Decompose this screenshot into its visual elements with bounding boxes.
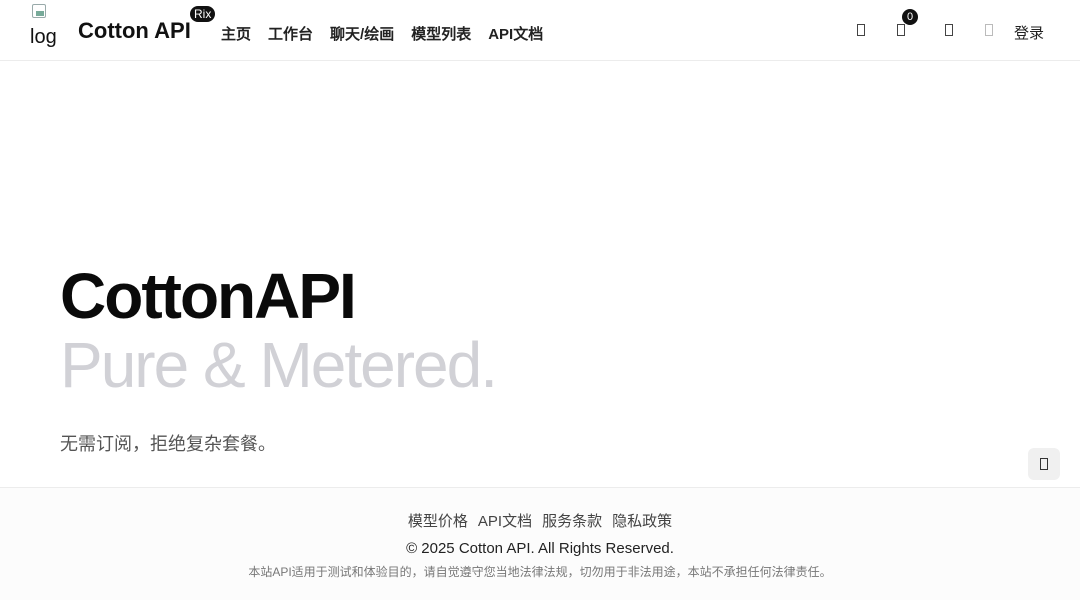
footer-link-api-docs[interactable]: API文档 (478, 510, 532, 531)
footer-link-pricing[interactable]: 模型价格 (408, 510, 468, 531)
hero-title: CottonAPI (60, 260, 357, 332)
footer-link-terms[interactable]: 服务条款 (542, 510, 602, 531)
logo-image[interactable]: log (30, 4, 66, 52)
footer-links: 模型价格 API文档 服务条款 隐私政策 (0, 510, 1080, 531)
user-icon (981, 21, 997, 39)
arrow-up-icon (1040, 458, 1048, 470)
main-nav: 主页 工作台 聊天/绘画 模型列表 API文档 (221, 23, 543, 44)
theme-icon[interactable] (853, 21, 869, 39)
copyright-text: © 2025 Cotton API. All Rights Reserved. (406, 540, 674, 557)
disclaimer-text: 本站API适用于测试和体验目的，请自觉遵守您当地法律法规，切勿用于非法用途，本站… (248, 565, 832, 579)
nav-item-api-docs[interactable]: API文档 (488, 23, 543, 44)
language-icon[interactable] (941, 21, 957, 39)
notification-count-badge: 0 (902, 9, 918, 25)
back-to-top-button[interactable] (1028, 448, 1060, 480)
logo-alt-text: log (30, 26, 57, 48)
broken-image-icon (32, 4, 46, 18)
login-button[interactable]: 登录 (1014, 22, 1044, 43)
nav-item-model-list[interactable]: 模型列表 (411, 23, 471, 44)
hero-subtitle: Pure & Metered. (60, 329, 498, 401)
top-header: log Cotton API Rix 主页 工作台 聊天/绘画 模型列表 API… (0, 0, 1080, 61)
brand-name[interactable]: Cotton API (78, 18, 191, 44)
nav-item-workbench[interactable]: 工作台 (268, 23, 313, 44)
brand-badge: Rix (190, 6, 216, 22)
nav-item-chat-draw[interactable]: 聊天/绘画 (330, 23, 394, 44)
footer-link-privacy[interactable]: 隐私政策 (612, 510, 672, 531)
nav-item-home[interactable]: 主页 (221, 23, 251, 44)
page-footer: 模型价格 API文档 服务条款 隐私政策 © 2025 Cotton API. … (0, 487, 1080, 600)
hero-description: 无需订阅，拒绝复杂套餐。 (60, 434, 276, 454)
